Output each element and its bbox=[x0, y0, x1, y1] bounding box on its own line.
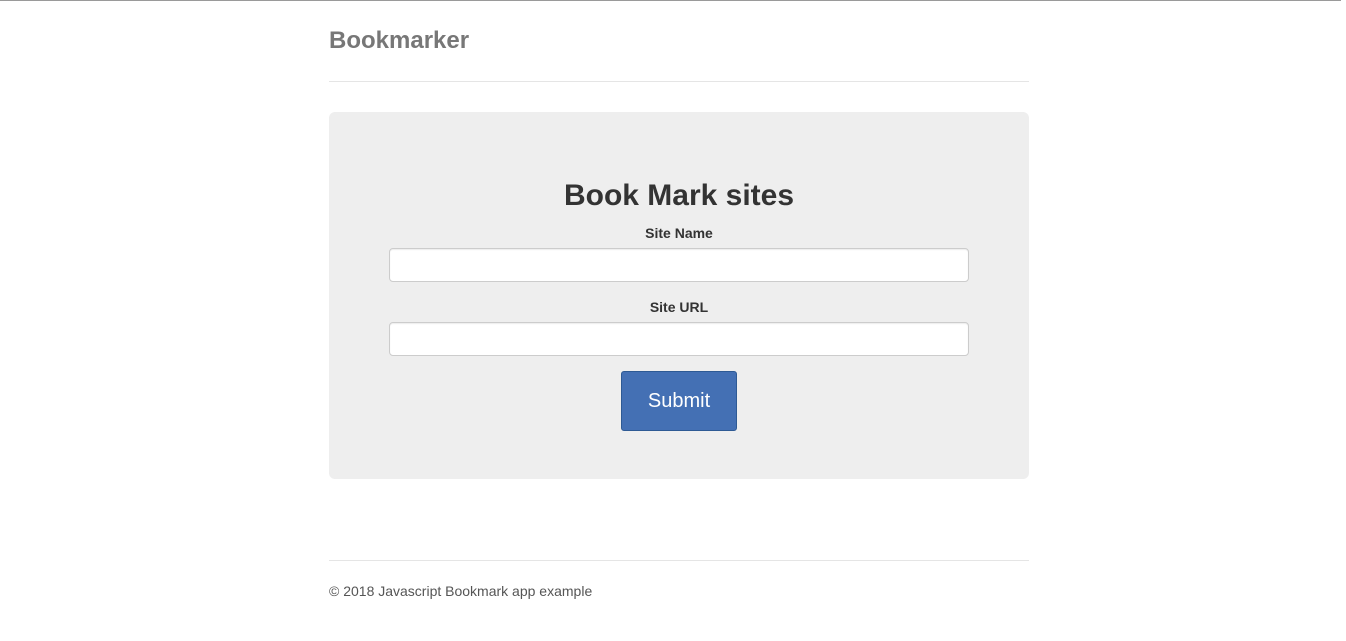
site-name-input[interactable] bbox=[389, 248, 969, 282]
page-container: Bookmarker Book Mark sites Site Name Sit… bbox=[329, 0, 1029, 599]
site-url-label: Site URL bbox=[649, 299, 709, 315]
submit-button[interactable]: Submit bbox=[621, 371, 737, 431]
brand-title: Bookmarker bbox=[329, 27, 470, 54]
form-title: Book Mark sites bbox=[563, 179, 795, 212]
footer: © 2018 Javascript Bookmark app example bbox=[329, 560, 1029, 620]
site-url-input[interactable] bbox=[389, 322, 969, 356]
header: Bookmarker bbox=[329, 0, 1029, 82]
site-name-label: Site Name bbox=[645, 225, 713, 241]
footer-copyright: © 2018 Javascript Bookmark app example bbox=[329, 583, 593, 599]
